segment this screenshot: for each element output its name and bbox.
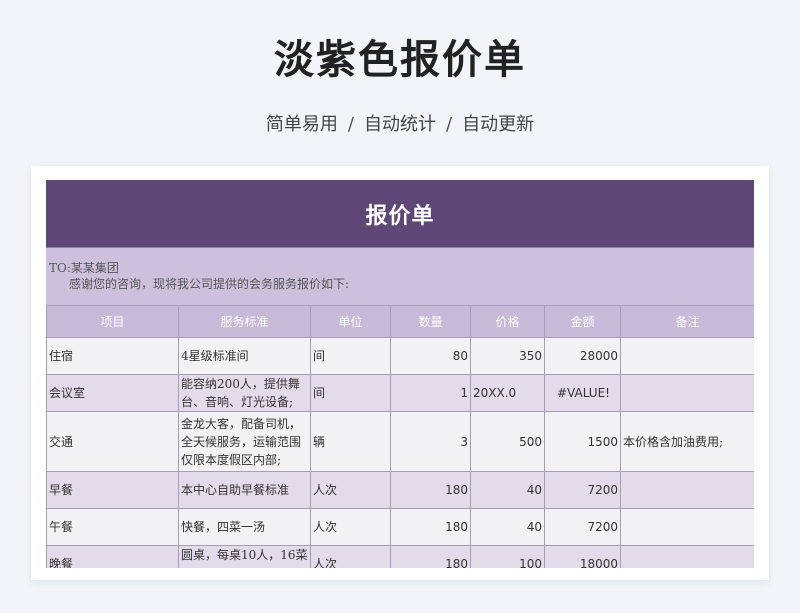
cell-item: 午餐 (46, 508, 179, 546)
subtitle-auto-update: 自动更新 (462, 114, 535, 135)
page-subtitle: 简单易用 / 自动统计 / 自动更新 (0, 112, 800, 138)
table-row: 住宿 4星级标准间 间 80 350 28000 (46, 337, 754, 375)
cell-qty: 180 (390, 545, 471, 568)
cell-note: 本价格含加油费用; (620, 411, 754, 472)
cell-price: 20XX.0 (470, 374, 545, 412)
col-header-standard: 服务标准 (178, 305, 311, 338)
cell-item: 晚餐 (46, 545, 179, 568)
cell-price: 40 (470, 471, 545, 509)
cell-standard: 能容纳200人，提供舞台、音响、灯光设备; (178, 374, 311, 412)
subtitle-separator: / (347, 114, 354, 135)
quote-sheet: 报价单 TO:某某集团 感谢您的咨询，现将我公司提供的会务服务报价如下: 项目 … (46, 180, 754, 568)
greeting-line: 感谢您的咨询，现将我公司提供的会务服务报价如下: (69, 277, 350, 291)
cell-qty: 80 (390, 337, 471, 375)
cell-amount: #VALUE! (544, 374, 621, 412)
quote-table: 项目 服务标准 单位 数量 价格 金额 备注 住宿 4星级标准间 间 80 35… (46, 305, 754, 568)
col-header-unit: 单位 (310, 305, 391, 338)
col-header-amount: 金额 (544, 305, 621, 338)
cell-unit: 间 (310, 337, 391, 375)
cell-price: 350 (470, 337, 545, 375)
cell-amount: 18000 (544, 545, 621, 568)
preview-card: 报价单 TO:某某集团 感谢您的咨询，现将我公司提供的会务服务报价如下: 项目 … (31, 166, 769, 580)
subtitle-separator: / (446, 114, 453, 135)
table-row: 会议室 能容纳200人，提供舞台、音响、灯光设备; 间 1 20XX.0 #VA… (46, 374, 754, 412)
cell-item: 会议室 (46, 374, 179, 412)
col-header-item: 项目 (46, 305, 179, 338)
to-line: TO:某某集团 (49, 261, 119, 275)
cell-amount: 7200 (544, 471, 621, 509)
cell-unit: 人次 (310, 545, 391, 568)
subtitle-easy: 简单易用 (265, 114, 338, 135)
cell-unit: 间 (310, 374, 391, 412)
cell-qty: 180 (390, 508, 471, 546)
cell-qty: 3 (390, 411, 471, 472)
cell-note (620, 337, 754, 375)
cell-price: 500 (470, 411, 545, 472)
cell-item: 住宿 (46, 337, 179, 375)
table-row: 早餐 本中心自助早餐标准 人次 180 40 7200 (46, 471, 754, 509)
sheet-banner: 报价单 (46, 180, 754, 248)
sheet-intro: TO:某某集团 感谢您的咨询，现将我公司提供的会务服务报价如下: (46, 248, 754, 305)
cell-standard: 快餐，四菜一汤 (178, 508, 311, 546)
col-header-note: 备注 (620, 305, 754, 338)
cell-note (620, 471, 754, 509)
table-row: 晚餐 圆桌，每桌10人，16菜+ 人次 180 100 18000 (46, 545, 754, 568)
cell-note (620, 508, 754, 546)
col-header-qty: 数量 (390, 305, 471, 338)
cell-unit: 人次 (310, 508, 391, 546)
subtitle-auto-stats: 自动统计 (364, 114, 436, 135)
cell-unit: 辆 (310, 411, 391, 472)
table-row: 交通 金龙大客，配备司机，全天候服务，运输范围仅限本度假区内部; 辆 3 500… (46, 411, 754, 472)
table-header-row: 项目 服务标准 单位 数量 价格 金额 备注 (46, 305, 754, 338)
page-title: 淡紫色报价单 (274, 37, 526, 83)
cell-standard: 金龙大客，配备司机，全天候服务，运输范围仅限本度假区内部; (178, 411, 311, 472)
cell-note (620, 545, 754, 568)
cell-amount: 7200 (544, 508, 621, 546)
cell-note (620, 374, 754, 412)
cell-unit: 人次 (310, 471, 391, 509)
cell-qty: 1 (390, 374, 471, 412)
cell-price: 100 (470, 545, 545, 568)
cell-standard: 本中心自助早餐标准 (178, 471, 311, 509)
cell-qty: 180 (390, 471, 471, 509)
cell-item: 早餐 (46, 471, 179, 509)
cell-standard: 4星级标准间 (178, 337, 311, 375)
cell-price: 40 (470, 508, 545, 546)
cell-item: 交通 (46, 411, 179, 472)
cell-amount: 28000 (544, 337, 621, 375)
cell-amount: 1500 (544, 411, 621, 472)
col-header-price: 价格 (470, 305, 545, 338)
cell-standard: 圆桌，每桌10人，16菜+ (178, 545, 311, 568)
table-row: 午餐 快餐，四菜一汤 人次 180 40 7200 (46, 508, 754, 546)
